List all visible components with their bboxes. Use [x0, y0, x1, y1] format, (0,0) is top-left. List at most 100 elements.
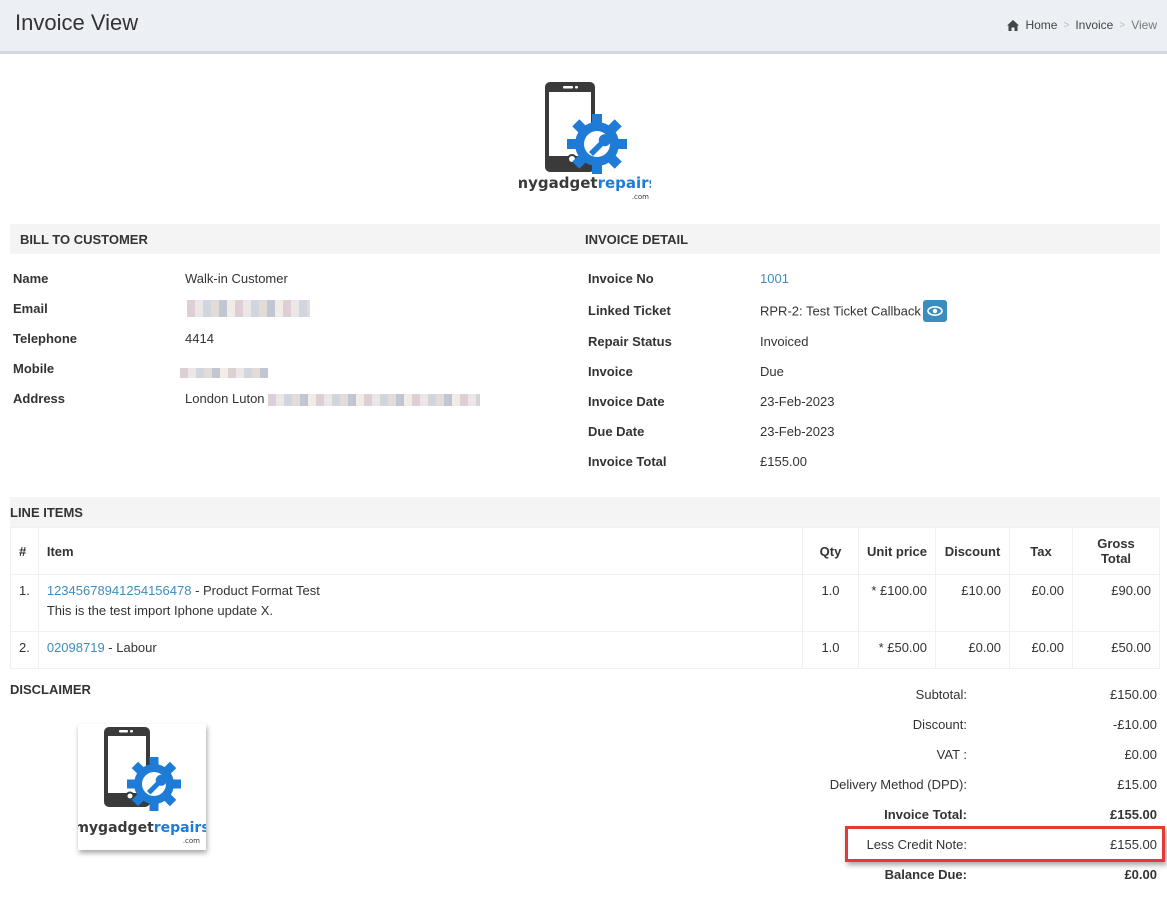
invoice-total-label: Invoice Total [588, 454, 667, 469]
discount-row: Discount: -£10.00 [800, 717, 1157, 747]
home-icon [1007, 19, 1020, 31]
balance-due-value: £0.00 [1124, 867, 1157, 882]
mobile-label: Mobile [13, 361, 55, 376]
subtotal-row: Subtotal: £150.00 [800, 687, 1157, 717]
due-date-value: 23-Feb-2023 [760, 424, 835, 439]
svg-text:mygadgetrepairs: mygadgetrepairs [78, 820, 206, 836]
disclaimer-logo: mygadgetrepairs .com [78, 724, 206, 850]
row-discount: £0.00 [935, 631, 1010, 669]
repair-status-label: Repair Status [588, 334, 672, 349]
email-value-redacted [187, 300, 310, 318]
row-qty: 1.0 [802, 631, 859, 669]
name-value: Walk-in Customer [185, 271, 288, 286]
row-tax: £0.00 [1009, 631, 1073, 669]
mobile-value-redacted [180, 364, 268, 379]
breadcrumb-separator: > [1063, 19, 1070, 31]
col-tax: Tax [1009, 527, 1073, 575]
vat-row: VAT : £0.00 [800, 747, 1157, 777]
linked-ticket-label: Linked Ticket [588, 303, 671, 318]
disclaimer-heading: DISCLAIMER [10, 682, 91, 697]
company-logo: mygadgetrepairs .com [519, 82, 651, 201]
svg-text:mygadgetrepairs: mygadgetrepairs [519, 174, 651, 192]
item-name: - Labour [104, 640, 157, 655]
item-code-link[interactable]: 02098719 [47, 640, 105, 655]
discount-label: Discount: [912, 717, 967, 732]
address-value: London Luton [185, 391, 481, 406]
subtotal-value: £150.00 [1110, 687, 1157, 702]
credit-note-highlight [845, 826, 1165, 862]
row-unit-price: * £100.00 [858, 574, 936, 632]
invoice-total-summary-label: Invoice Total: [884, 807, 967, 822]
row-item: 12345678941254156478 - Product Format Te… [37, 574, 804, 632]
logo-text-dark: mygadget [519, 174, 598, 192]
subtotal-label: Subtotal: [915, 687, 967, 702]
breadcrumb-separator: > [1119, 19, 1126, 31]
logo-suffix: .com [183, 837, 200, 845]
col-number: # [10, 527, 39, 575]
col-gross-total: Gross Total [1072, 527, 1160, 575]
page-header: Invoice View Home > Invoice > View [0, 0, 1167, 54]
table-row: 2. 02098719 - Labour 1.0 * £50.00 £0.00 … [10, 631, 1160, 669]
address-redacted [268, 393, 481, 406]
col-qty: Qty [802, 527, 859, 575]
logo-text-dark: mygadget [78, 820, 154, 836]
item-description: This is the test import Iphone update X. [46, 603, 274, 618]
col-item: Item [37, 527, 804, 575]
item-name: - Product Format Test [191, 583, 320, 598]
logo-text-blue: repairs [154, 820, 206, 836]
invoice-no-label: Invoice No [588, 271, 654, 286]
linked-ticket-value: RPR-2: Test Ticket Callback [760, 300, 947, 323]
row-gross: £90.00 [1072, 574, 1160, 632]
col-discount: Discount [935, 527, 1010, 575]
line-items-heading: LINE ITEMS [10, 497, 1160, 527]
telephone-value: 4414 [185, 331, 214, 346]
breadcrumb-home[interactable]: Home [1025, 18, 1057, 32]
row-gross: £50.00 [1072, 631, 1160, 669]
telephone-label: Telephone [13, 331, 78, 346]
row-discount: £10.00 [935, 574, 1010, 632]
bill-to-heading: BILL TO CUSTOMER [10, 224, 585, 254]
row-tax: £0.00 [1009, 574, 1073, 632]
row-qty: 1.0 [802, 574, 859, 632]
invoice-detail-heading: INVOICE DETAIL [575, 224, 1160, 254]
breadcrumb-invoice[interactable]: Invoice [1075, 18, 1113, 32]
delivery-row: Delivery Method (DPD): £15.00 [800, 777, 1157, 807]
balance-due-label: Balance Due: [884, 867, 967, 882]
logo-text-blue: repairs [598, 174, 651, 192]
invoice-total-value: £155.00 [760, 454, 807, 469]
breadcrumb: Home > Invoice > View [1007, 18, 1157, 32]
eye-icon [927, 306, 943, 316]
linked-ticket-text: RPR-2: Test Ticket Callback [760, 303, 921, 319]
repair-status-value: Invoiced [760, 334, 809, 349]
vat-value: £0.00 [1124, 747, 1157, 762]
breadcrumb-view: View [1131, 18, 1157, 32]
row-number: 2. [10, 631, 39, 669]
delivery-label: Delivery Method (DPD): [829, 777, 967, 792]
view-ticket-button[interactable] [922, 300, 947, 322]
row-number: 1. [10, 574, 39, 632]
balance-due-row: Balance Due: £0.00 [800, 867, 1157, 897]
name-label: Name [13, 271, 49, 286]
due-date-label: Due Date [588, 424, 645, 439]
invoice-no-link[interactable]: 1001 [760, 271, 789, 286]
address-city: London Luton [185, 391, 265, 406]
invoice-total-summary-value: £155.00 [1110, 807, 1157, 822]
table-header-row: # Item Qty Unit price Discount Tax Gross… [10, 527, 1160, 575]
table-row: 1. 12345678941254156478 - Product Format… [10, 574, 1160, 632]
row-unit-price: * £50.00 [858, 631, 936, 669]
address-label: Address [13, 391, 66, 406]
row-item: 02098719 - Labour [37, 631, 804, 669]
email-label: Email [13, 301, 48, 316]
col-unit-price: Unit price [858, 527, 936, 575]
invoice-date-label: Invoice Date [588, 394, 665, 409]
delivery-value: £15.00 [1117, 777, 1157, 792]
line-items-table: # Item Qty Unit price Discount Tax Gross… [10, 527, 1160, 669]
logo-suffix: .com [632, 193, 649, 201]
invoice-status-label: Invoice [588, 364, 633, 379]
invoice-date-value: 23-Feb-2023 [760, 394, 835, 409]
discount-value: -£10.00 [1112, 717, 1157, 732]
invoice-status-value: Due [760, 364, 784, 379]
vat-label: VAT : [936, 747, 967, 762]
item-code-link[interactable]: 12345678941254156478 [47, 583, 192, 598]
page-title: Invoice View [15, 10, 139, 35]
